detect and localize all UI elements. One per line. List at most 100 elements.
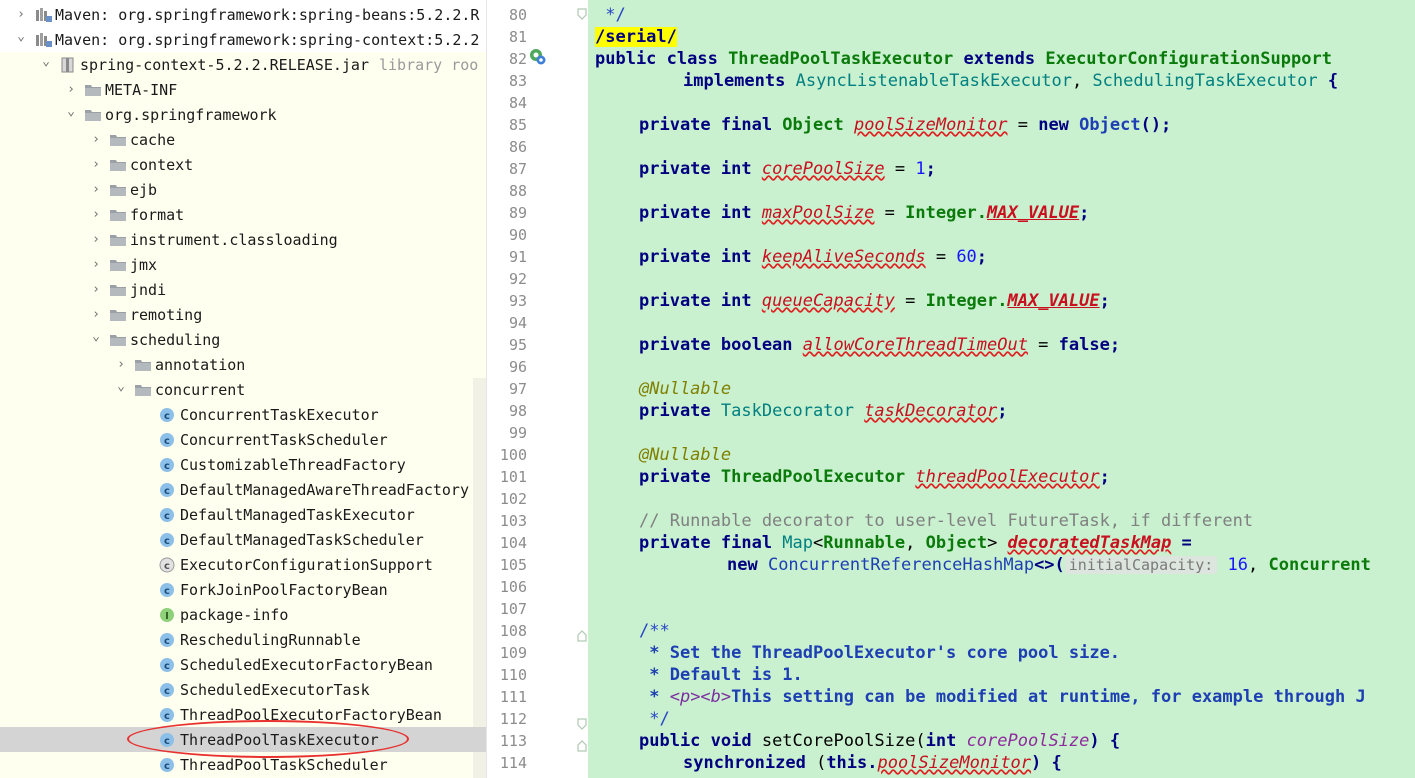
class-icon: c [159,757,177,773]
chevron-right-icon[interactable]: › [114,357,128,372]
svg-text:c: c [164,461,170,472]
line-number: 82 [508,50,527,68]
tree-item-label: jndi [130,280,167,299]
serial-highlight: /serial/ [595,27,677,47]
tree-item[interactable]: c ScheduledExecutorTask [0,677,486,702]
tree-item-label: Maven: org.springframework:spring-beans:… [55,5,480,24]
tree-item[interactable]: › instrument.classloading [0,227,486,252]
chevron-down-icon[interactable]: ⌄ [89,329,103,344]
field-name[interactable]: poolSizeMonitor [878,753,1032,773]
code-line-85: private final Object poolSizeMonitor = n… [639,115,1172,135]
class-name[interactable]: ThreadPoolTaskExecutor [728,49,953,69]
line-number: 105 [499,556,527,574]
tree-item[interactable]: ⌄ org.springframework [0,102,486,127]
tree-item[interactable]: c DefaultManagedTaskExecutor [0,502,486,527]
tree-item[interactable]: › cache [0,127,486,152]
tree-item[interactable]: › format [0,202,486,227]
tree-item[interactable]: c ConcurrentTaskScheduler [0,427,486,452]
tree-item[interactable]: c CustomizableThreadFactory [0,452,486,477]
tree-item[interactable]: › annotation [0,352,486,377]
line-number: 108 [499,622,527,640]
tree-item[interactable]: › jndi [0,277,486,302]
line-number: 81 [508,28,527,46]
fold-marker-icon[interactable] [577,627,587,642]
tree-item[interactable]: c DefaultManagedAwareThreadFactory [0,477,486,502]
field-name[interactable]: keepAliveSeconds [762,247,926,267]
chevron-right-icon[interactable]: › [14,7,28,22]
line-number: 95 [508,336,527,354]
tree-item[interactable]: c ConcurrentTaskExecutor [0,402,486,427]
field-name[interactable]: maxPoolSize [762,203,875,223]
fold-marker-icon[interactable] [577,737,587,752]
tree-item[interactable]: c ScheduledExecutorFactoryBean [0,652,486,677]
class-icon: c [159,707,177,723]
code-editor[interactable]: */ /serial/ public class ThreadPoolTaskE… [588,0,1415,778]
interface-icon: I [159,607,177,623]
tree-item[interactable]: › META-INF [0,77,486,102]
tree-item[interactable]: c ForkJoinPoolFactoryBean [0,577,486,602]
chevron-right-icon[interactable]: › [89,257,103,272]
line-comment: // Runnable decorator to user-level Futu… [639,511,1254,531]
tree-item[interactable]: c DefaultManagedTaskScheduler [0,527,486,552]
tree-item-label: spring-context-5.2.2.RELEASE.jar [80,55,369,74]
interface-name[interactable]: AsyncListenableTaskExecutor [796,71,1072,91]
chevron-right-icon[interactable]: › [64,82,78,97]
chevron-down-icon[interactable]: ⌄ [14,29,28,44]
code-line-98: private TaskDecorator taskDecorator; [639,401,1008,421]
code-line-109: * Set the ThreadPoolExecutor's core pool… [639,643,1121,663]
svg-text:c: c [164,761,170,772]
tree-item[interactable]: ⌄ spring-context-5.2.2.RELEASE.jar library… [0,52,486,77]
line-number: 80 [508,6,527,24]
fold-marker-icon[interactable] [577,715,587,730]
chevron-right-icon[interactable]: › [89,182,103,197]
implementation-gutter-icon[interactable] [529,48,547,70]
line-number: 99 [508,424,527,442]
code-line-111: * <p><b>This setting can be modified at … [639,687,1366,707]
field-name[interactable]: taskDecorator [864,401,997,421]
field-name[interactable]: corePoolSize [762,159,885,179]
fold-marker-icon[interactable] [577,5,587,20]
chevron-right-icon[interactable]: › [89,207,103,222]
tree-item[interactable]: › ejb [0,177,486,202]
folder-icon [109,207,127,223]
tree-item[interactable]: c ReschedulingRunnable [0,627,486,652]
interface-name[interactable]: SchedulingTaskExecutor [1092,71,1317,91]
tree-item-label: ExecutorConfigurationSupport [180,555,433,574]
jar-icon [59,57,77,73]
folder-icon [109,232,127,248]
field-name[interactable]: threadPoolExecutor [915,467,1099,487]
field-name[interactable]: allowCoreThreadTimeOut [803,335,1028,355]
tree-item[interactable]: › Maven: org.springframework:spring-beans… [0,2,486,27]
tree-item-label: CustomizableThreadFactory [180,455,406,474]
method-name[interactable]: setCorePoolSize [762,731,916,751]
superclass-name[interactable]: ExecutorConfigurationSupport [1045,49,1332,69]
field-name[interactable]: decoratedTaskMap [1008,533,1172,553]
tree-item-label: Maven: org.springframework:spring-contex… [55,30,480,49]
code-line-110: * Default is 1. [639,665,803,685]
line-number: 109 [499,644,527,662]
tree-item[interactable]: › context [0,152,486,177]
field-name[interactable]: poolSizeMonitor [854,115,1008,135]
line-number: 100 [499,446,527,464]
chevron-right-icon[interactable]: › [89,232,103,247]
tree-item[interactable]: ⌄ scheduling [0,327,486,352]
chevron-down-icon[interactable]: ⌄ [39,54,53,69]
tree-item[interactable]: c ExecutorConfigurationSupport [0,552,486,577]
tree-item[interactable]: › remoting [0,302,486,327]
chevron-right-icon[interactable]: › [89,282,103,297]
chevron-down-icon[interactable]: ⌄ [114,379,128,394]
tree-item[interactable]: ⌄ Maven: org.springframework:spring-conte… [0,27,486,52]
chevron-right-icon[interactable]: › [89,307,103,322]
tree-item[interactable]: › jmx [0,252,486,277]
code-line-89: private int maxPoolSize = Integer.MAX_VA… [639,203,1090,223]
chevron-down-icon[interactable]: ⌄ [64,104,78,119]
line-number: 88 [508,182,527,200]
class-icon: c [159,657,177,673]
chevron-right-icon[interactable]: › [89,132,103,147]
chevron-right-icon[interactable]: › [89,157,103,172]
svg-text:c: c [164,686,170,697]
folder-icon [134,382,152,398]
tree-item[interactable]: ⌄ concurrent [0,377,486,402]
field-name[interactable]: queueCapacity [762,291,895,311]
tree-item[interactable]: Ipackage-info [0,602,486,627]
